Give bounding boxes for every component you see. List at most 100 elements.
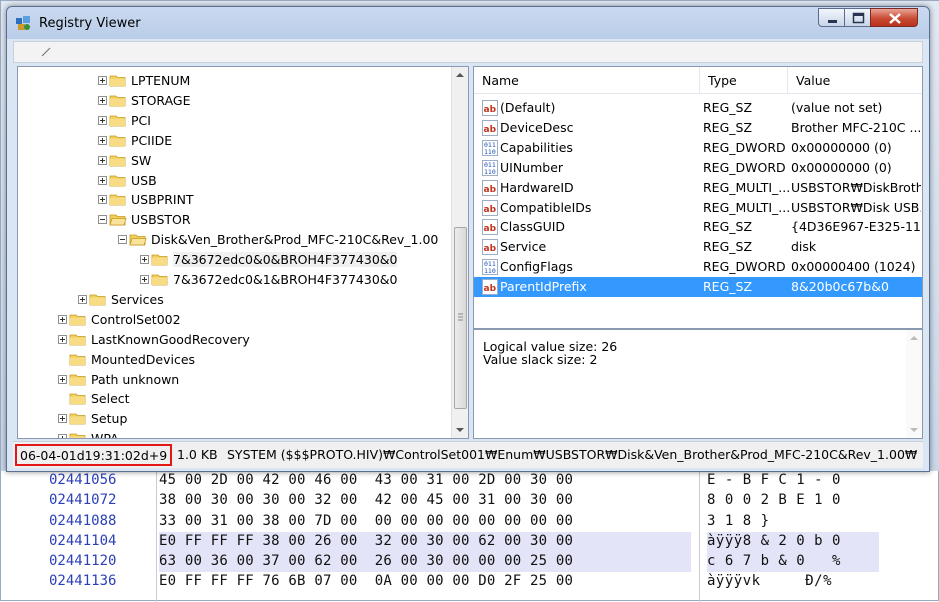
tree-node[interactable]: WPA [18,430,448,438]
edit-pencil-icon[interactable] [40,46,52,58]
expand-toggle-icon[interactable] [98,135,107,145]
window-title: Registry Viewer [39,16,141,31]
tree-node[interactable]: Path unknown [18,371,448,390]
list-row[interactable]: 011 110 Capabilities REG_DWORD 0x00000000 (0… [474,138,922,158]
tree-node[interactable]: MountedDevices [18,351,448,370]
hex-ascii: àÿÿÿ8 & 2 0 b 0 [707,532,841,549]
expand-toggle-icon[interactable] [98,195,107,205]
close-button[interactable] [870,8,918,27]
hex-bytes[interactable]: 33 00 31 00 38 00 7D 00 00 00 00 00 00 0… [159,513,573,529]
list-row[interactable]: ab CompatibleIDs REG_MULTI_... USBSTOR₩Disk… [474,198,922,218]
expand-toggle-icon[interactable] [98,175,107,185]
column-header-name[interactable]: Name [482,73,519,88]
scroll-up-button[interactable] [452,67,468,83]
key-size: 1.0 KB [177,447,218,462]
value-type: REG_DWORD [703,259,786,275]
expand-toggle-icon[interactable] [98,76,107,85]
list-row[interactable]: ab ClassGUID REG_SZ {4D36E967-E325-11... [474,217,922,237]
tree-node[interactable]: Setup [18,410,448,429]
maximize-button[interactable] [844,8,871,27]
folder-icon [151,254,168,266]
list-row[interactable]: ab (Default) REG_SZ (value not set) [474,98,922,118]
hex-bytes[interactable]: 63 00 36 00 37 00 62 00 26 00 30 00 00 0… [159,553,573,569]
list-row[interactable]: ab DeviceDesc REG_SZ Brother MFC-210C ... [474,118,922,138]
detail-scroll-down-button[interactable] [906,422,922,438]
value-name: Service [500,239,547,255]
list-row[interactable]: ab ParentIdPrefix REG_SZ 8&20b0c67b&0 [474,277,922,298]
tree-node-label: USBPRINT [131,192,194,208]
expand-toggle-icon[interactable] [140,255,149,265]
expand-toggle-icon[interactable] [98,95,107,105]
value-data: 0x00000000 (0) [791,159,892,175]
list-row[interactable]: ab Service REG_SZ disk [474,237,922,257]
hex-address: 02441088 [49,512,117,529]
open-folder-icon [109,214,127,226]
value-data: (value not set) [791,100,883,115]
column-header-type[interactable]: Type [708,73,737,88]
value-detail-text: Logical value size: 26 Value slack size:… [483,340,617,366]
tree-node[interactable]: SW [18,152,448,171]
hex-bytes[interactable]: E0 FF FF FF 76 6B 07 00 0A 00 00 00 D0 2… [159,573,573,589]
list-row[interactable]: ab HardwareID REG_MULTI_... USBSTOR₩DiskBro… [474,178,922,198]
expand-toggle-icon[interactable] [58,434,67,438]
hex-bytes[interactable]: 38 00 30 00 30 00 32 00 42 00 45 00 31 0… [159,492,573,508]
hex-ascii: c 6 7 b & 0 % [707,553,841,570]
tree-node[interactable]: STORAGE [18,92,448,111]
column-header-value[interactable]: Value [796,73,830,88]
expand-toggle-icon[interactable] [58,374,67,384]
tree-node[interactable]: Select [18,390,448,409]
tree-node[interactable]: Disk&Ven_Brother&Prod_MFC-210C&Rev_1.00 [18,231,448,250]
tree-node-label: USB [131,172,157,188]
scroll-up-icon [910,336,918,340]
folder-icon [69,374,86,385]
tree-node[interactable]: 7&3672edc0&1&BROH4F377430&0 [18,271,448,290]
tree-node[interactable]: USBPRINT [18,191,448,210]
tree-node[interactable]: 7&3672edc0&0&BROH4F377430&0 [18,251,448,270]
expand-toggle-icon[interactable] [58,314,67,324]
tree-node[interactable]: PCI [18,112,448,131]
registry-key-tree[interactable]: LPTENUM STORAGE PCI PCIIDE SW USB USBPRINT USBS… [17,66,469,439]
hex-bytes[interactable]: E0 FF FF FF 38 00 26 00 32 00 30 00 62 0… [159,533,573,549]
binary-value-icon: 011110 [482,159,498,176]
collapse-toggle-icon[interactable] [98,215,107,225]
detail-vertical-scrollbar[interactable] [906,330,922,438]
list-row[interactable]: 011 110 ConfigFlags REG_DWORD 0x00000400 (10… [474,257,922,277]
tree-vertical-scrollbar[interactable] [451,67,468,438]
expand-toggle-icon[interactable] [98,115,107,125]
hex-address: 02441136 [49,573,117,590]
maximize-icon [852,12,865,24]
open-folder-icon [129,234,147,246]
detail-scroll-up-button[interactable] [906,330,922,346]
tree-node[interactable]: PCIIDE [18,132,448,151]
tree-node[interactable]: Services [18,291,448,310]
expand-toggle-icon[interactable] [58,334,67,344]
tree-node[interactable]: USBSTOR [18,211,448,230]
hex-bytes[interactable]: 45 00 2D 00 42 00 46 00 43 00 31 00 2D 0… [159,472,573,488]
value-name: ClassGUID [500,219,566,235]
list-row[interactable]: 011 110 UINumber REG_DWORD 0x00000000 (0) [474,158,922,178]
value-type: REG_SZ [703,279,753,295]
value-data: USBSTOR₩Disk USB... [791,199,921,215]
tree-node-label: LPTENUM [131,73,191,88]
tree-node[interactable]: ControlSet002 [18,311,448,330]
values-list[interactable]: Name Type Value ab (Default) REG_SZ (value … [473,66,923,329]
value-data: Brother MFC-210C ... [791,119,921,135]
expand-toggle-icon[interactable] [78,294,87,304]
scroll-thumb[interactable] [454,227,467,409]
expand-toggle-icon[interactable] [140,275,149,284]
list-header: Name Type Value [474,67,922,94]
column-divider[interactable] [699,67,700,93]
expand-toggle-icon[interactable] [58,414,67,424]
column-divider[interactable] [787,67,788,93]
minimize-button[interactable] [818,8,845,27]
title-bar[interactable]: Registry Viewer [7,7,929,39]
value-name: HardwareID [500,179,574,195]
expand-toggle-icon[interactable] [98,155,107,165]
scroll-down-button[interactable] [452,422,468,438]
tree-node[interactable]: USB [18,172,448,191]
string-value-icon: ab [482,279,498,296]
tree-node[interactable]: LastKnownGoodRecovery [18,331,448,350]
collapse-toggle-icon[interactable] [118,235,127,245]
hex-row: 02441072 38 00 30 00 30 00 32 00 42 00 45… [1,491,939,511]
tree-node[interactable]: LPTENUM [18,72,448,91]
